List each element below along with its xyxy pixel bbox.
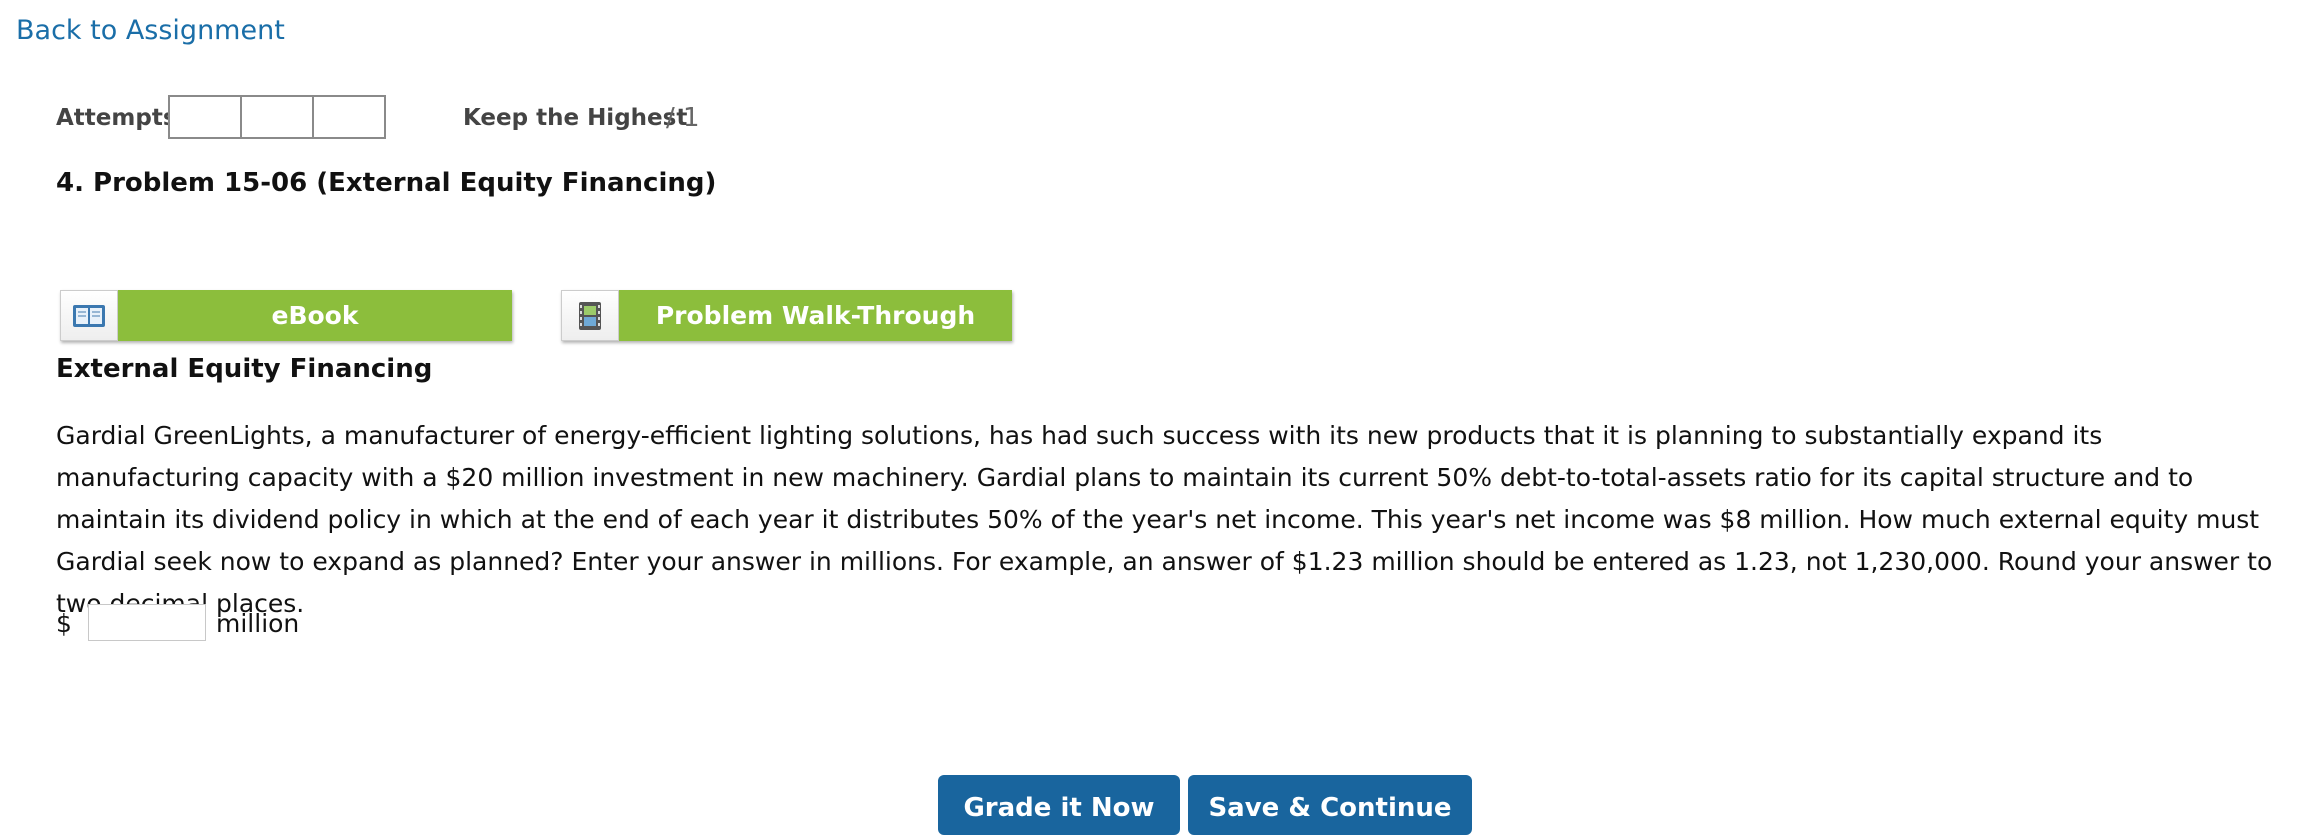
- problem-statement: Gardial GreenLights, a manufacturer of e…: [56, 421, 2273, 618]
- problem-title: 4. Problem 15-06 (External Equity Financ…: [56, 168, 717, 198]
- attempt-box-3: [312, 95, 386, 139]
- currency-symbol: $: [56, 609, 72, 638]
- answer-unit-label: million: [216, 609, 300, 638]
- film-icon: [561, 290, 619, 341]
- book-icon: [60, 290, 118, 341]
- grade-it-now-button[interactable]: Grade it Now: [938, 775, 1180, 835]
- problem-walkthrough-button[interactable]: Problem Walk-Through: [561, 290, 1012, 341]
- attempt-boxes: [168, 95, 386, 139]
- answer-input[interactable]: [88, 604, 206, 641]
- back-to-assignment-link[interactable]: Back to Assignment: [16, 15, 285, 46]
- save-and-continue-button[interactable]: Save & Continue: [1188, 775, 1472, 835]
- attempts-label: Attempts: [56, 105, 177, 131]
- section-heading: External Equity Financing: [56, 354, 433, 384]
- ebook-button[interactable]: eBook: [60, 290, 512, 341]
- score-total: / 1: [666, 103, 700, 133]
- ebook-label: eBook: [118, 290, 512, 341]
- attempt-box-2: [240, 95, 314, 139]
- problem-walkthrough-label: Problem Walk-Through: [619, 290, 1012, 341]
- grading-policy-label: Keep the Highest: [463, 105, 688, 131]
- attempt-box-1: [168, 95, 242, 139]
